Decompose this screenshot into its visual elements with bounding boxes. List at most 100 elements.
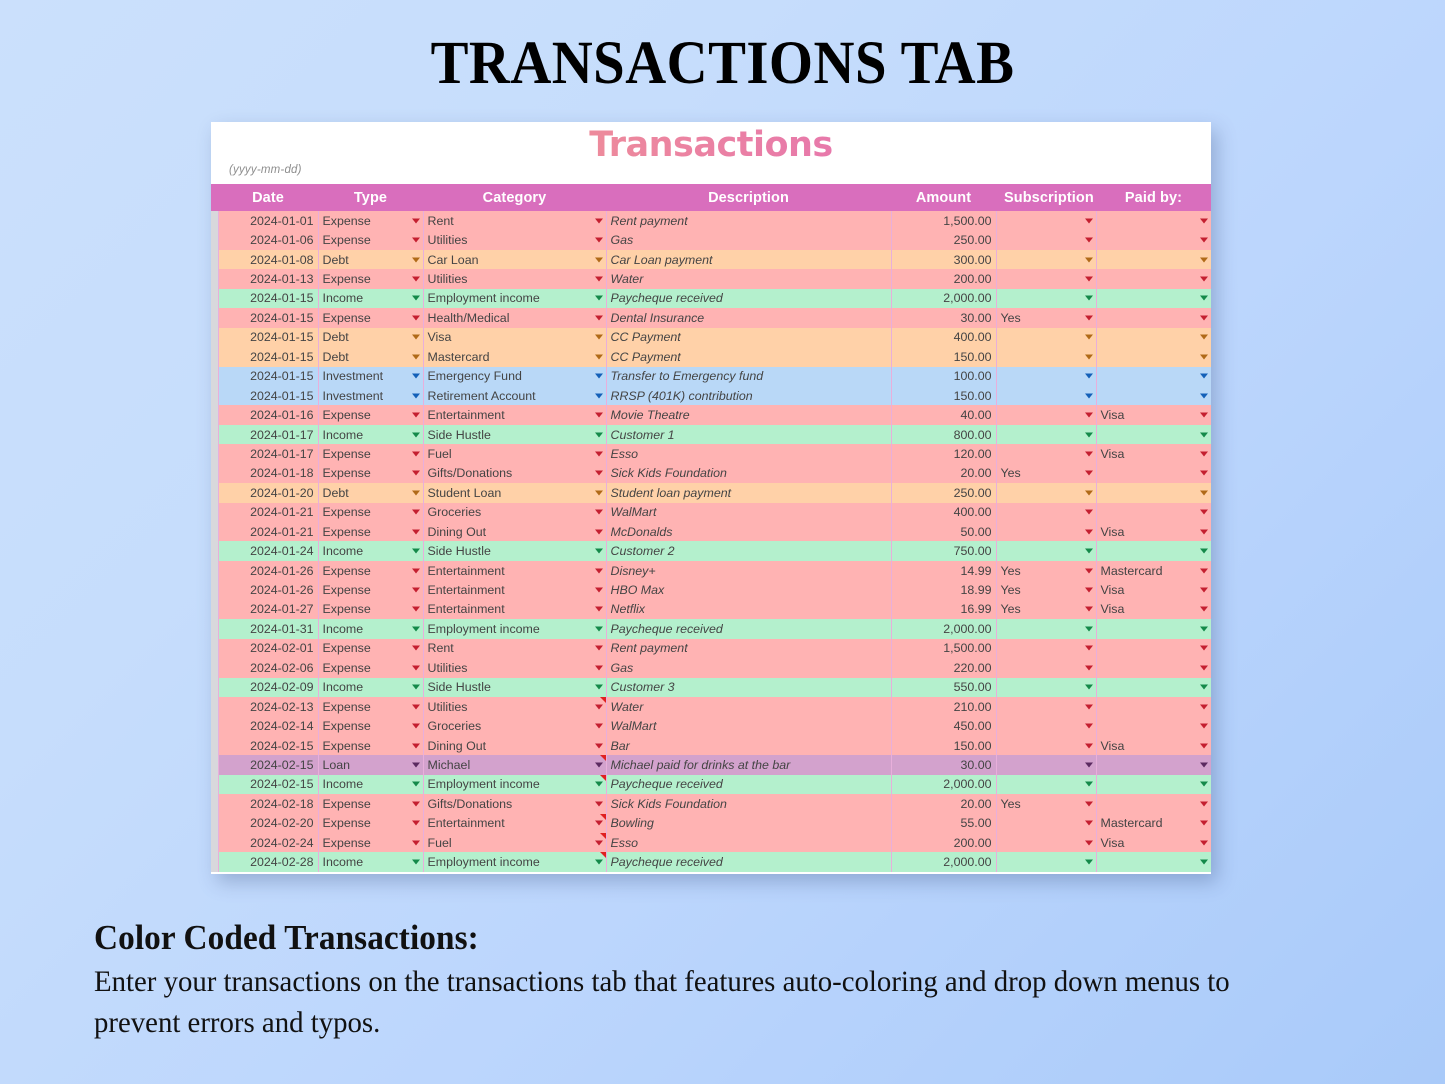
chevron-down-icon[interactable] bbox=[1199, 801, 1208, 807]
chevron-down-icon[interactable] bbox=[1084, 840, 1093, 846]
cell-subscription[interactable]: Yes bbox=[996, 794, 1097, 814]
chevron-down-icon[interactable] bbox=[594, 412, 603, 418]
cell-subscription[interactable] bbox=[996, 813, 1097, 833]
chevron-down-icon[interactable] bbox=[411, 568, 420, 574]
cell-subscription[interactable] bbox=[996, 774, 1097, 795]
cell-type[interactable]: Expense bbox=[318, 658, 424, 678]
chevron-down-icon[interactable] bbox=[594, 295, 603, 301]
cell-category[interactable]: Employment income bbox=[423, 288, 607, 309]
cell-paid-by[interactable] bbox=[1096, 852, 1211, 872]
chevron-down-icon[interactable] bbox=[411, 276, 420, 282]
cell-subscription[interactable] bbox=[996, 541, 1097, 561]
chevron-down-icon[interactable] bbox=[594, 334, 603, 340]
cell-category[interactable]: Dining Out bbox=[423, 522, 607, 542]
table-row[interactable]: 2024-01-26 Expense Entertainment Disney+ 14.… bbox=[211, 560, 1211, 581]
cell-category[interactable]: Gifts/Donations bbox=[423, 794, 607, 814]
chevron-down-icon[interactable] bbox=[1199, 626, 1208, 632]
chevron-down-icon[interactable] bbox=[594, 509, 603, 515]
cell-type[interactable]: Expense bbox=[318, 269, 424, 289]
cell-paid-by[interactable] bbox=[1096, 483, 1211, 503]
chevron-down-icon[interactable] bbox=[411, 470, 420, 476]
cell-type[interactable]: Expense bbox=[318, 211, 424, 231]
cell-paid-by[interactable]: Visa bbox=[1096, 599, 1211, 620]
chevron-down-icon[interactable] bbox=[411, 606, 420, 612]
chevron-down-icon[interactable] bbox=[411, 645, 420, 651]
chevron-down-icon[interactable] bbox=[594, 393, 603, 399]
cell-paid-by[interactable]: Visa bbox=[1096, 444, 1211, 464]
chevron-down-icon[interactable] bbox=[594, 218, 603, 224]
chevron-down-icon[interactable] bbox=[594, 743, 603, 749]
cell-date[interactable]: 2024-02-01 bbox=[218, 638, 319, 659]
cell-subscription[interactable] bbox=[996, 716, 1097, 736]
chevron-down-icon[interactable] bbox=[1084, 606, 1093, 612]
chevron-down-icon[interactable] bbox=[594, 859, 603, 865]
chevron-down-icon[interactable] bbox=[411, 432, 420, 438]
cell-date[interactable]: 2024-01-17 bbox=[218, 424, 319, 445]
cell-date[interactable]: 2024-01-15 bbox=[218, 308, 319, 328]
cell-subscription[interactable]: Yes bbox=[996, 463, 1097, 484]
cell-amount[interactable]: 450.00 bbox=[891, 716, 997, 736]
chevron-down-icon[interactable] bbox=[411, 859, 420, 865]
cell-subscription[interactable] bbox=[996, 249, 1097, 270]
cell-paid-by[interactable] bbox=[1096, 638, 1211, 659]
chevron-down-icon[interactable] bbox=[594, 587, 603, 593]
chevron-down-icon[interactable] bbox=[1084, 451, 1093, 457]
chevron-down-icon[interactable] bbox=[1199, 257, 1208, 263]
column-header-date[interactable]: Date bbox=[218, 184, 318, 211]
chevron-down-icon[interactable] bbox=[1084, 470, 1093, 476]
cell-category[interactable]: Utilities bbox=[423, 658, 607, 678]
chevron-down-icon[interactable] bbox=[1084, 295, 1093, 301]
table-row[interactable]: 2024-02-14 Expense Groceries WalMart 450.00 bbox=[211, 716, 1211, 736]
cell-category[interactable]: Entertainment bbox=[423, 599, 607, 620]
cell-type[interactable]: Income bbox=[318, 677, 424, 697]
chevron-down-icon[interactable] bbox=[1199, 820, 1208, 826]
cell-paid-by[interactable] bbox=[1096, 463, 1211, 484]
cell-type[interactable]: Expense bbox=[318, 638, 424, 659]
chevron-down-icon[interactable] bbox=[1084, 257, 1093, 263]
cell-amount[interactable]: 18.99 bbox=[891, 580, 997, 600]
chevron-down-icon[interactable] bbox=[594, 373, 603, 379]
cell-description[interactable]: Rent payment bbox=[606, 638, 892, 659]
chevron-down-icon[interactable] bbox=[1084, 373, 1093, 379]
table-row[interactable]: 2024-01-20 Debt Student Loan Student loan p… bbox=[211, 483, 1211, 503]
chevron-down-icon[interactable] bbox=[1199, 840, 1208, 846]
cell-type[interactable]: Income bbox=[318, 541, 424, 561]
cell-date[interactable]: 2024-01-20 bbox=[218, 483, 319, 503]
cell-amount[interactable]: 800.00 bbox=[891, 424, 997, 445]
cell-amount[interactable]: 400.00 bbox=[891, 502, 997, 522]
cell-paid-by[interactable] bbox=[1096, 288, 1211, 309]
table-row[interactable]: 2024-02-24 Expense Fuel Esso 200.00 Visa bbox=[211, 833, 1211, 853]
cell-amount[interactable]: 1,500.00 bbox=[891, 211, 997, 231]
cell-subscription[interactable] bbox=[996, 405, 1097, 425]
table-row[interactable]: 2024-01-18 Expense Gifts/Donations Sick Kid… bbox=[211, 463, 1211, 484]
cell-amount[interactable]: 14.99 bbox=[891, 560, 997, 581]
cell-paid-by[interactable] bbox=[1096, 327, 1211, 348]
chevron-down-icon[interactable] bbox=[1199, 509, 1208, 515]
cell-subscription[interactable] bbox=[996, 852, 1097, 872]
cell-amount[interactable]: 40.00 bbox=[891, 405, 997, 425]
cell-amount[interactable]: 400.00 bbox=[891, 327, 997, 348]
chevron-down-icon[interactable] bbox=[1084, 237, 1093, 243]
chevron-down-icon[interactable] bbox=[1084, 684, 1093, 690]
cell-date[interactable]: 2024-01-08 bbox=[218, 249, 319, 270]
chevron-down-icon[interactable] bbox=[411, 295, 420, 301]
cell-date[interactable]: 2024-02-09 bbox=[218, 677, 319, 697]
chevron-down-icon[interactable] bbox=[594, 801, 603, 807]
cell-type[interactable]: Investment bbox=[318, 366, 424, 386]
chevron-down-icon[interactable] bbox=[1199, 723, 1208, 729]
cell-date[interactable]: 2024-01-21 bbox=[218, 502, 319, 522]
chevron-down-icon[interactable] bbox=[594, 315, 603, 321]
cell-category[interactable]: Groceries bbox=[423, 502, 607, 522]
chevron-down-icon[interactable] bbox=[411, 529, 420, 535]
cell-type[interactable]: Expense bbox=[318, 716, 424, 736]
cell-amount[interactable]: 30.00 bbox=[891, 755, 997, 775]
chevron-down-icon[interactable] bbox=[411, 743, 420, 749]
cell-category[interactable]: Visa bbox=[423, 327, 607, 348]
cell-type[interactable]: Expense bbox=[318, 735, 424, 756]
chevron-down-icon[interactable] bbox=[1199, 645, 1208, 651]
table-row[interactable]: 2024-02-01 Expense Rent Rent payment 1,500.0… bbox=[211, 638, 1211, 659]
cell-type[interactable]: Expense bbox=[318, 522, 424, 542]
cell-description[interactable]: Customer 2 bbox=[606, 541, 892, 561]
table-row[interactable]: 2024-02-15 Loan Michael Michael paid for dr… bbox=[211, 755, 1211, 775]
chevron-down-icon[interactable] bbox=[594, 568, 603, 574]
